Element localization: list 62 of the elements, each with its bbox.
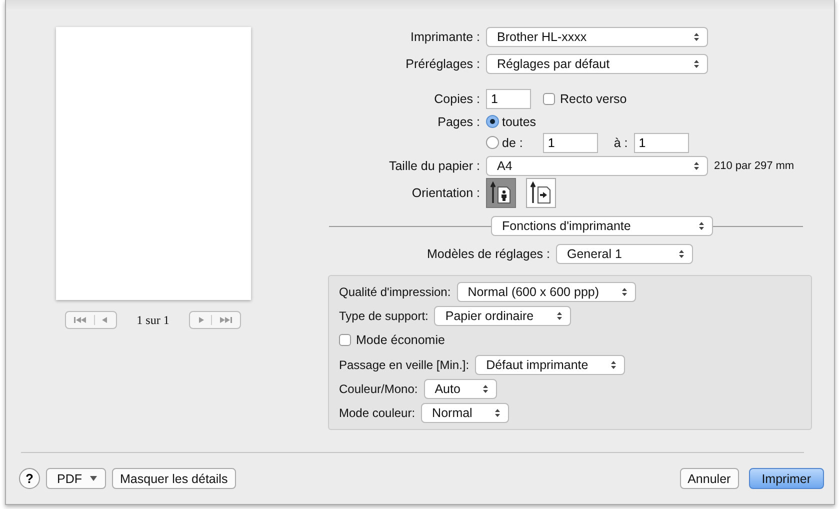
page-counter: 1 sur 1	[136, 312, 170, 328]
stepper-arrows-icon	[678, 248, 685, 258]
section-dropdown[interactable]: Fonctions d'imprimante	[491, 216, 713, 236]
portrait-page-icon	[490, 180, 512, 204]
setting-dropdown[interactable]: Normal	[421, 402, 510, 423]
copies-label: Copies :	[433, 92, 481, 106]
previous-icon	[100, 316, 108, 324]
stepper-arrows-icon	[494, 408, 502, 418]
radio-button[interactable]	[486, 136, 499, 149]
copies-field[interactable]: 1	[486, 88, 531, 108]
pages-label: Pages :	[436, 114, 481, 129]
next-page-buttons[interactable]	[189, 311, 242, 329]
to-label: à :	[614, 136, 628, 150]
to-page-field[interactable]: 1	[634, 132, 689, 152]
orientation-button[interactable]	[486, 178, 516, 208]
caret-icon	[90, 476, 97, 481]
radio-button[interactable]	[486, 115, 499, 128]
setting-label: Qualité d'impression:	[339, 285, 451, 300]
pdf-button[interactable]: PDF	[46, 468, 106, 489]
stepper-arrows-icon	[621, 287, 628, 298]
radio-label: de :	[502, 136, 523, 150]
paper-size-label: Taille du papier :	[388, 158, 481, 172]
help-button[interactable]: ?	[19, 468, 40, 489]
printer-label: Imprimante :	[410, 30, 481, 44]
stepper-arrows-icon	[698, 221, 705, 231]
setting-label: Couleur/Mono:	[339, 382, 418, 396]
previous-page-buttons[interactable]	[64, 311, 117, 329]
stepper-arrows-icon	[610, 360, 618, 370]
from-page-field[interactable]: 1	[542, 132, 598, 152]
template-label: Modèles de réglages :	[426, 246, 551, 260]
stepper-arrows-icon	[556, 311, 563, 322]
hide-details-button[interactable]: Masquer les détails	[112, 468, 236, 489]
presets-label: Préréglages :	[404, 56, 481, 70]
template-dropdown[interactable]: General 1	[556, 244, 693, 264]
first-page-icon	[74, 316, 88, 324]
setting-dropdown[interactable]: Normal (600 x 600 ppp)	[456, 282, 636, 302]
setting-dropdown[interactable]: Auto	[424, 378, 498, 399]
orientation-button[interactable]	[526, 178, 556, 208]
landscape-page-icon	[530, 180, 552, 204]
printer-dropdown[interactable]: Brother HL-xxxx	[486, 26, 708, 46]
setting-checkbox[interactable]	[339, 334, 351, 346]
stepper-arrows-icon	[482, 384, 490, 394]
setting-label: Type de support:	[339, 309, 428, 324]
setting-label: Passage en veille [Min.]:	[339, 358, 470, 372]
print-button[interactable]: Imprimer	[748, 468, 824, 489]
duplex-checkbox[interactable]	[543, 92, 555, 104]
setting-label: Mode couleur:	[339, 406, 416, 420]
paper-size-dropdown[interactable]: A4	[486, 156, 708, 176]
paper-dimensions: 210 par 297 mm	[714, 160, 794, 172]
setting-dropdown[interactable]: Papier ordinaire	[434, 306, 571, 326]
setting-dropdown[interactable]: Défaut imprimante	[475, 354, 626, 375]
orientation-label: Orientation :	[410, 186, 481, 200]
setting-label: Mode économie	[356, 333, 445, 348]
last-page-icon	[218, 316, 232, 324]
stepper-arrows-icon	[693, 160, 700, 170]
stepper-arrows-icon	[693, 32, 700, 42]
stepper-arrows-icon	[693, 58, 700, 68]
cancel-button[interactable]: Annuler	[680, 468, 739, 489]
duplex-label: Recto verso	[560, 92, 627, 106]
presets-dropdown[interactable]: Réglages par défaut	[486, 54, 708, 74]
next-icon	[198, 316, 206, 324]
radio-label: toutes	[502, 114, 536, 128]
